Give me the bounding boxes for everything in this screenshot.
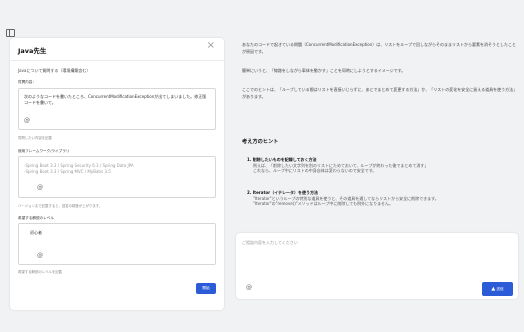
panel-subtitle: Javaについて質問する（環境構築含む） [18,68,91,73]
hint-item-1-title: 1. 削除したいものを記録しておく方法 [247,157,317,162]
question-label: 質問内容： [18,80,36,84]
start-button[interactable]: 開始 [196,283,216,294]
hint-item-2-line-2: "Iterator"の"remove()"メソッドはループ中に削除しても例外にな… [253,201,393,206]
panel-divider [10,60,224,61]
section-title: 考え方のヒント [242,139,279,145]
panel-title: Java先生 [18,47,47,55]
chat-placeholder: ご相談内容を入力してください [242,240,298,245]
response-paragraph-1: あなたのコードで起きている問題（ConcurrentModificationEx… [242,42,517,54]
question-textarea[interactable]: 次のようなコードを書いたところ、ConcurrentModificationEx… [18,88,216,130]
send-button[interactable]: ▲ 送信 [482,282,513,296]
sidebar-toggle-icon[interactable] [6,29,15,37]
send-icon: ▲ [491,286,496,292]
framework-helper: バージョンまで記載すると、回答の精度が上がります。 [18,204,103,208]
response-paragraph-2: 簡単にいうと、「線路をしながら車体を動かす」ことを同時にしようとするイメージです… [242,68,406,73]
send-label: 送信 [496,287,504,291]
level-helper: 希望する解説のレベルを記載 [18,270,63,274]
hint-item-2-title: 2. Iterator（イテレータ）を使う方法 [247,190,319,195]
level-label: 希望する解説のレベル [18,216,54,220]
question-panel: Java先生 × Javaについて質問する（環境構築含む） 質問内容： 次のよう… [10,38,224,310]
framework-placeholder-2: -Spring Boot 3.3 / Spring MVC / MyBatis … [24,169,111,174]
attach-icon[interactable]: @ [37,184,43,191]
attach-icon[interactable]: @ [246,284,252,291]
level-value: 初心者 [30,230,42,235]
question-value: 次のようなコードを書いたところ、ConcurrentModificationEx… [24,94,207,105]
level-textarea[interactable]: 初心者 @ [18,223,216,265]
question-helper: 質問したい内容を記載 [18,136,52,140]
response-paragraph-3: ここでのヒントは、「ループしている間はリストを直接いじらずに、あとでまとめて変更… [242,87,518,99]
attach-icon[interactable]: @ [37,252,43,259]
framework-label: 使用フレームワーク/ライブラリ [18,149,70,153]
attach-icon[interactable]: @ [24,117,30,124]
chat-input-box[interactable]: ご相談内容を入力してください @ ▲ 送信 [236,233,518,299]
hint-item-1: 1. 削除したいものを記録しておく方法 例えば、「削除したい文字列を別のリストに… [247,157,515,174]
framework-textarea[interactable]: -Spring Boot 3.3 / Spring Security 6.3 /… [18,156,216,198]
close-icon[interactable]: × [207,40,215,51]
hint-item-2: 2. Iterator（イテレータ）を使う方法 "Iterator"というループ… [247,190,515,207]
hint-item-1-line-2: これなら、ループ中にリストの中身自体は変わらないので安全です。 [253,168,377,173]
